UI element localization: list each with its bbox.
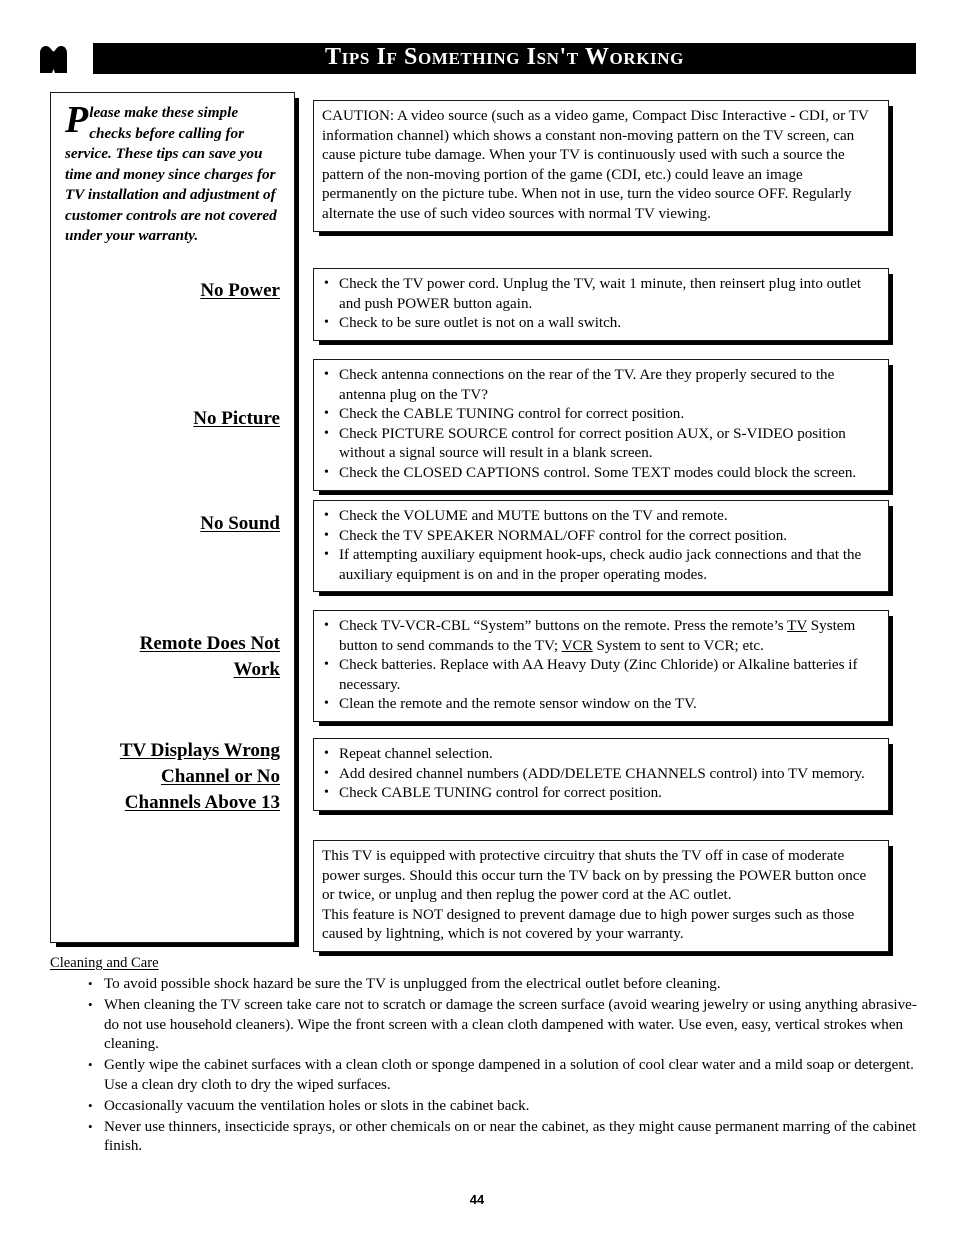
underlined-term-tv: TV xyxy=(787,618,808,634)
list-item: Check PICTURE SOURCE control for correct… xyxy=(322,424,880,464)
surge-note-paragraph-1: This TV is equipped with protective circ… xyxy=(322,848,867,904)
list-item: Check the TV power cord. Unplug the TV, … xyxy=(322,274,880,314)
page-header: Tips If Something Isn't Working xyxy=(38,43,916,75)
checklist-wrong-channel: Repeat channel selection. Add desired ch… xyxy=(322,744,880,804)
section-label-tv-displays-wrong-channel: TV Displays Wrong Channel or No Channels… xyxy=(119,740,280,813)
underlined-term-vcr: VCR xyxy=(561,637,593,654)
philips-shield-icon xyxy=(38,43,88,79)
checklist-no-picture: Check antenna connections on the rear of… xyxy=(322,365,880,484)
page-number: 44 xyxy=(469,1192,485,1207)
list-item: Check the CABLE TUNING control for corre… xyxy=(322,404,880,425)
checklist-box-remote: Check TV-VCR-CBL “System” buttons on the… xyxy=(313,610,889,722)
list-item: Gently wipe the cabinet surfaces with a … xyxy=(86,1055,918,1096)
intro-text: lease make these simple checks before ca… xyxy=(65,104,277,244)
checklist-box-wrong-channel: Repeat channel selection. Add desired ch… xyxy=(313,738,889,811)
list-item: Check CABLE TUNING control for correct p… xyxy=(322,783,880,804)
list-item: To avoid possible shock hazard be sure t… xyxy=(86,974,918,995)
intro-paragraph: Please make these simple checks before c… xyxy=(65,99,279,247)
checklist-box-no-power: Check the TV power cord. Unplug the TV, … xyxy=(313,268,889,341)
list-item: Check batteries. Replace with AA Heavy D… xyxy=(322,655,880,695)
list-item: When cleaning the TV screen take care no… xyxy=(86,995,918,1055)
page-title: Tips If Something Isn't Working xyxy=(325,44,684,70)
cleaning-and-care-list: To avoid possible shock hazard be sure t… xyxy=(50,974,918,1158)
document-page: Tips If Something Isn't Working Please m… xyxy=(0,0,954,1235)
intro-dropcap: P xyxy=(65,99,89,141)
section-label-no-sound: No Sound xyxy=(200,513,280,534)
checklist-box-no-sound: Check the VOLUME and MUTE buttons on the… xyxy=(313,500,889,593)
list-item: Check to be sure outlet is not on a wall… xyxy=(322,313,880,334)
section-label-no-picture: No Picture xyxy=(193,408,280,429)
caution-text: CAUTION: A video source (such as a video… xyxy=(322,108,869,222)
list-item: If attempting auxiliary equipment hook-u… xyxy=(322,545,880,585)
checklist-no-power: Check the TV power cord. Unplug the TV, … xyxy=(322,274,880,334)
section-label-no-power: No Power xyxy=(200,280,280,301)
cleaning-and-care-section: Cleaning and Care To avoid possible shoc… xyxy=(50,955,918,1158)
section-label-remote-does-not-work: Remote Does Not Work xyxy=(139,633,280,680)
list-item: Never use thinners, insecticide sprays, … xyxy=(86,1117,918,1158)
list-item: Occasionally vacuum the ventilation hole… xyxy=(86,1096,918,1117)
list-item: Clean the remote and the remote sensor w… xyxy=(322,694,880,715)
header-banner: Tips If Something Isn't Working xyxy=(93,43,916,74)
checklist-no-sound: Check the VOLUME and MUTE buttons on the… xyxy=(322,506,880,585)
surge-note-box: This TV is equipped with protective circ… xyxy=(313,840,889,952)
checklist-remote: Check TV-VCR-CBL “System” buttons on the… xyxy=(322,616,880,715)
caution-box: CAUTION: A video source (such as a video… xyxy=(313,100,889,232)
list-item: Check the TV SPEAKER NORMAL/OFF control … xyxy=(322,526,880,547)
surge-note-paragraph-2: This feature is NOT designed to prevent … xyxy=(322,906,855,943)
list-item: Add desired channel numbers (ADD/DELETE … xyxy=(322,764,880,785)
list-item: Check antenna connections on the rear of… xyxy=(322,365,880,405)
checklist-box-no-picture: Check antenna connections on the rear of… xyxy=(313,359,889,491)
list-item: Check TV-VCR-CBL “System” buttons on the… xyxy=(322,616,880,656)
cleaning-and-care-title: Cleaning and Care xyxy=(50,955,159,971)
list-item: Check the CLOSED CAPTIONS control. Some … xyxy=(322,463,880,484)
list-item: Repeat channel selection. xyxy=(322,744,880,765)
list-item: Check the VOLUME and MUTE buttons on the… xyxy=(322,506,880,527)
left-label-panel: Please make these simple checks before c… xyxy=(50,92,295,943)
